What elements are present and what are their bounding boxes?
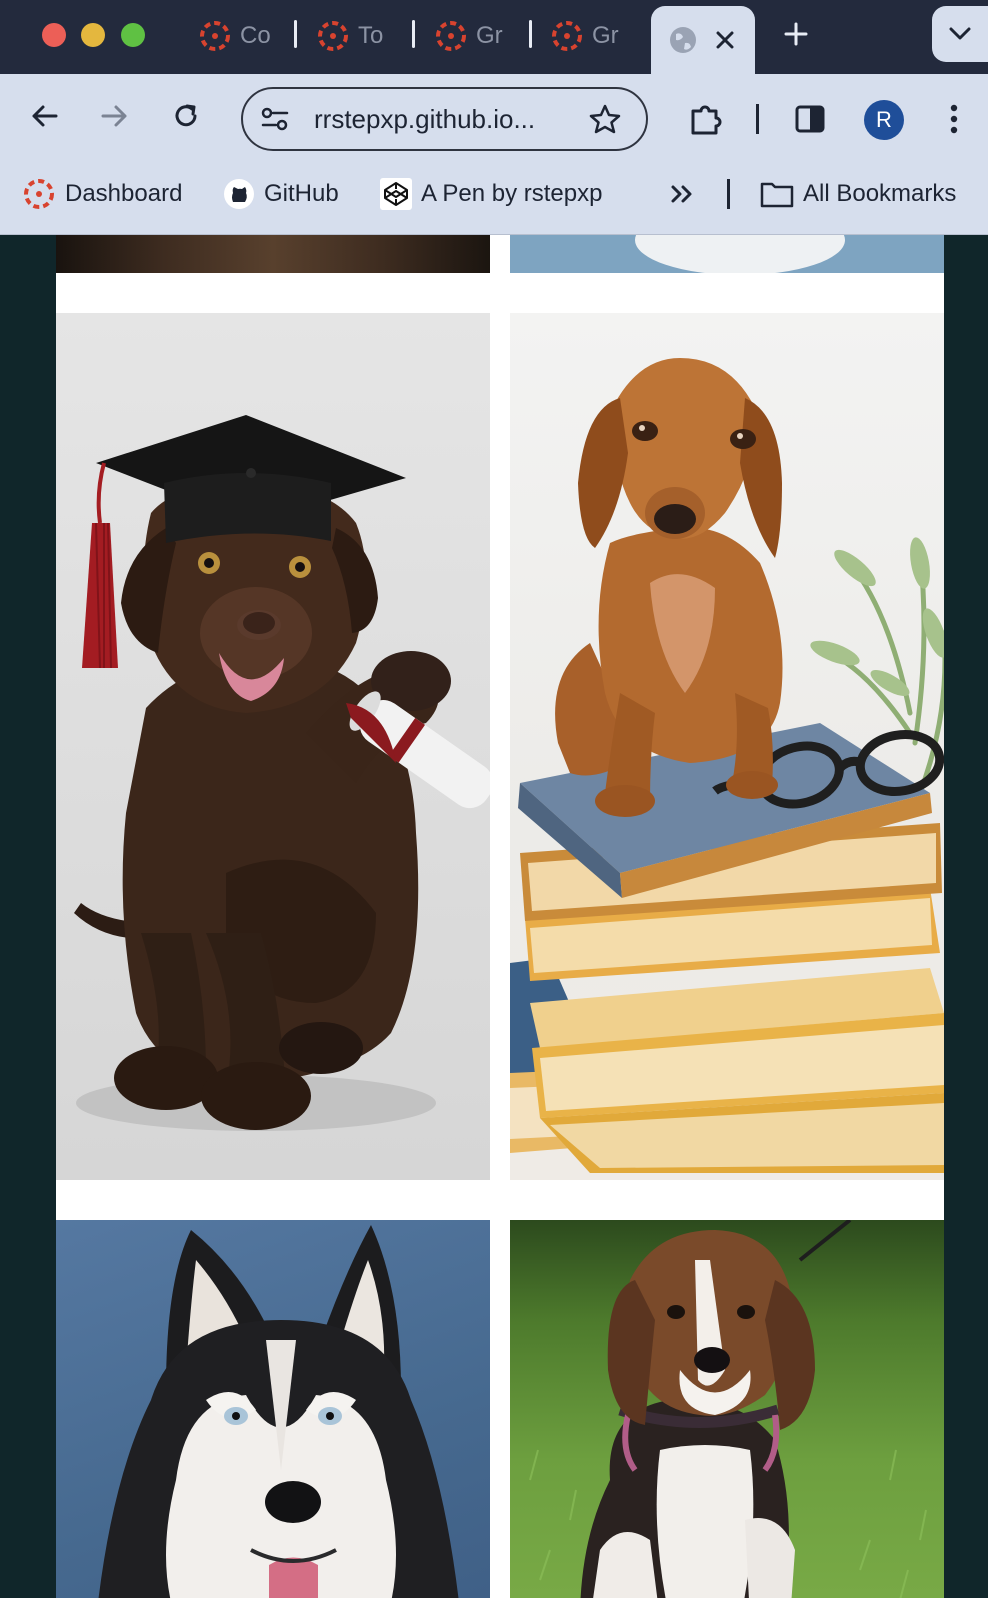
bookmark-dashboard-label: Dashboard <box>65 180 183 207</box>
bookmark-github-label: GitHub <box>264 180 339 207</box>
tab-1[interactable]: Co <box>198 14 280 58</box>
more-vertical-icon <box>950 104 958 134</box>
tab-2[interactable]: To <box>316 14 398 58</box>
tab-search-button[interactable] <box>932 6 988 62</box>
profile-initial: R <box>876 107 892 132</box>
plus-icon <box>784 22 808 46</box>
canvas-icon <box>436 21 466 51</box>
github-icon <box>224 179 254 209</box>
double-chevron-right-icon <box>671 185 692 203</box>
new-tab-button[interactable] <box>776 14 816 54</box>
forward-button[interactable] <box>93 94 137 138</box>
canvas-icon <box>200 21 230 51</box>
tab-4[interactable]: Gr <box>550 14 632 58</box>
all-bookmarks-button[interactable]: All Bookmarks <box>760 174 956 214</box>
menu-button[interactable] <box>934 97 974 141</box>
side-panel-button[interactable] <box>788 97 832 141</box>
tab-separator <box>529 20 532 48</box>
close-icon <box>716 31 734 49</box>
bookmark-dashboard[interactable]: Dashboard <box>22 174 182 214</box>
tab-separator <box>412 20 415 48</box>
arrow-left-icon <box>32 105 58 127</box>
reload-button[interactable] <box>164 94 208 138</box>
tab-4-label: Gr <box>592 22 619 49</box>
all-bookmarks-label: All Bookmarks <box>803 180 957 207</box>
page-content <box>0 235 988 1598</box>
dog-photo-beagle <box>510 1220 944 1598</box>
profile-avatar[interactable]: R <box>864 100 904 140</box>
more-bookmarks-button[interactable] <box>664 176 700 212</box>
tab-3[interactable]: Gr <box>434 14 516 58</box>
dog-photo-dachshund-books <box>510 313 944 1180</box>
extensions-button[interactable] <box>683 96 729 142</box>
bookmark-codepen-label: A Pen by rstepxp <box>421 180 603 207</box>
tab-strip: Co To Gr Gr <box>0 0 988 74</box>
reload-icon <box>175 104 197 127</box>
zoom-window-button[interactable] <box>121 23 145 47</box>
minimize-window-button[interactable] <box>81 23 105 47</box>
gallery-grid <box>56 235 944 1598</box>
close-tab-button[interactable] <box>709 24 741 56</box>
dog-photo-husky <box>56 1220 490 1598</box>
address-bar[interactable]: rrstepxp.github.io... <box>241 87 648 151</box>
close-window-button[interactable] <box>42 23 66 47</box>
side-panel-icon <box>795 105 825 133</box>
tab-separator <box>294 20 297 48</box>
puzzle-icon <box>691 105 722 135</box>
dog-photo-graduate-lab <box>56 313 490 1180</box>
folder-icon <box>760 182 794 208</box>
bookmarks-separator <box>727 179 730 209</box>
bookmark-star-button[interactable] <box>583 97 627 141</box>
canvas-icon <box>24 179 54 209</box>
dog-photo-white-partial <box>510 235 944 273</box>
bookmark-codepen[interactable]: A Pen by rstepxp <box>380 174 602 214</box>
chevron-down-icon <box>949 27 971 40</box>
globe-icon <box>670 27 696 53</box>
canvas-icon <box>552 21 582 51</box>
bookmark-github[interactable]: GitHub <box>223 174 339 214</box>
tab-1-label: Co <box>240 22 271 49</box>
toolbar-separator <box>756 104 759 134</box>
back-button[interactable] <box>22 94 66 138</box>
active-tab[interactable] <box>651 6 755 74</box>
url-text[interactable]: rrstepxp.github.io... <box>314 104 535 135</box>
tab-2-label: To <box>358 22 384 49</box>
codepen-icon <box>380 178 412 210</box>
site-settings-icon <box>261 107 289 131</box>
canvas-icon <box>318 21 348 51</box>
arrow-right-icon <box>101 105 127 127</box>
star-icon <box>589 104 621 134</box>
tab-3-label: Gr <box>476 22 503 49</box>
dog-photo-dark-partial <box>56 235 490 273</box>
